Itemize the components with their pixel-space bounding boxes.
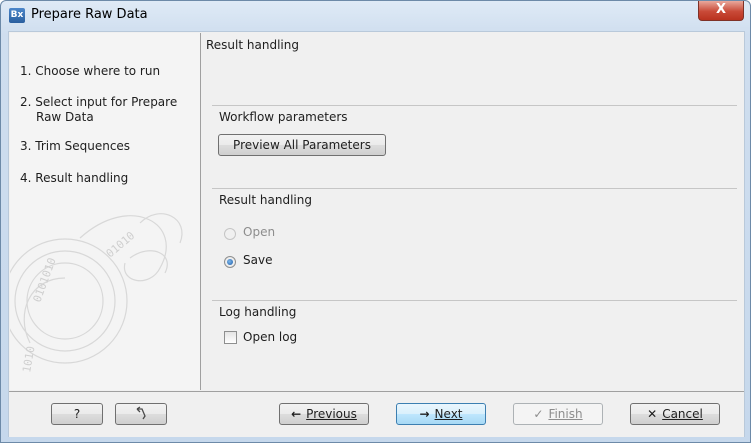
svg-text:01010: 01010 — [104, 229, 138, 260]
step-label: Select input for Prepare — [35, 95, 178, 109]
cancel-label: Cancel — [662, 407, 703, 421]
open-radio[interactable] — [224, 228, 236, 240]
previous-label: Previous — [306, 407, 357, 421]
step-label: Trim Sequences — [35, 139, 131, 153]
wizard-button-bar: ? ← Previous → Next ✓ Finish ✕ Cancel — [9, 391, 744, 437]
group-title: Result handling — [219, 193, 312, 207]
step-number: 2. — [20, 95, 32, 109]
step-number: 1. — [20, 64, 32, 78]
next-label: Next — [434, 407, 463, 421]
finish-label: Finish — [548, 407, 583, 421]
open-log-label: Open log — [243, 330, 298, 344]
wizard-content-panel: Result handling Workflow parameters Prev… — [202, 33, 742, 390]
open-log-checkbox[interactable] — [224, 331, 237, 344]
dialog-body: 1. Choose where to run 2. Select input f… — [8, 31, 745, 437]
step-3: 3. Trim Sequences — [20, 139, 130, 154]
decorative-spiral-artwork: 0101010 01010 1010 — [10, 213, 183, 374]
help-button[interactable]: ? — [51, 403, 103, 425]
preview-all-parameters-button[interactable]: Preview All Parameters — [218, 134, 386, 156]
step-label: Choose where to run — [35, 64, 161, 78]
title-bar: Bx Prepare Raw Data X — [1, 1, 750, 29]
svg-text:0101010: 0101010 — [31, 256, 59, 304]
next-button[interactable]: → Next — [396, 403, 486, 425]
arrow-left-icon: ← — [291, 407, 302, 421]
panel-heading: Result handling — [206, 38, 299, 52]
group-title: Log handling — [219, 305, 297, 319]
window-title: Prepare Raw Data — [31, 7, 148, 22]
arrow-right-icon: → — [419, 407, 430, 421]
log-handling-group: Log handling Open log — [212, 300, 737, 371]
open-radio-label: Open — [243, 225, 276, 239]
finish-button[interactable]: ✓ Finish — [513, 403, 603, 425]
step-label-continued: Raw Data — [36, 110, 94, 124]
save-radio[interactable] — [224, 256, 236, 268]
close-button[interactable]: X — [698, 1, 744, 21]
step-2: 2. Select input for Prepare Raw Data — [20, 95, 177, 125]
reset-button[interactable] — [115, 403, 167, 425]
group-title: Workflow parameters — [219, 110, 348, 124]
app-icon: Bx — [9, 8, 25, 23]
workflow-parameters-group: Workflow parameters Preview All Paramete… — [212, 105, 737, 162]
dialog-window: Bx Prepare Raw Data X 1. Choose where to… — [0, 0, 751, 443]
checkmark-icon: ✓ — [533, 407, 544, 421]
svg-text:1010: 1010 — [20, 345, 37, 373]
cancel-x-icon: ✕ — [647, 407, 658, 421]
step-1: 1. Choose where to run — [20, 64, 160, 79]
save-radio-label: Save — [243, 253, 273, 267]
wizard-steps-sidebar: 1. Choose where to run 2. Select input f… — [10, 33, 201, 390]
undo-arrow-icon — [136, 406, 146, 420]
step-number: 3. — [20, 139, 32, 153]
result-handling-group: Result handling Open Save — [212, 188, 737, 283]
cancel-button[interactable]: ✕ Cancel — [630, 403, 720, 425]
previous-button[interactable]: ← Previous — [279, 403, 369, 425]
